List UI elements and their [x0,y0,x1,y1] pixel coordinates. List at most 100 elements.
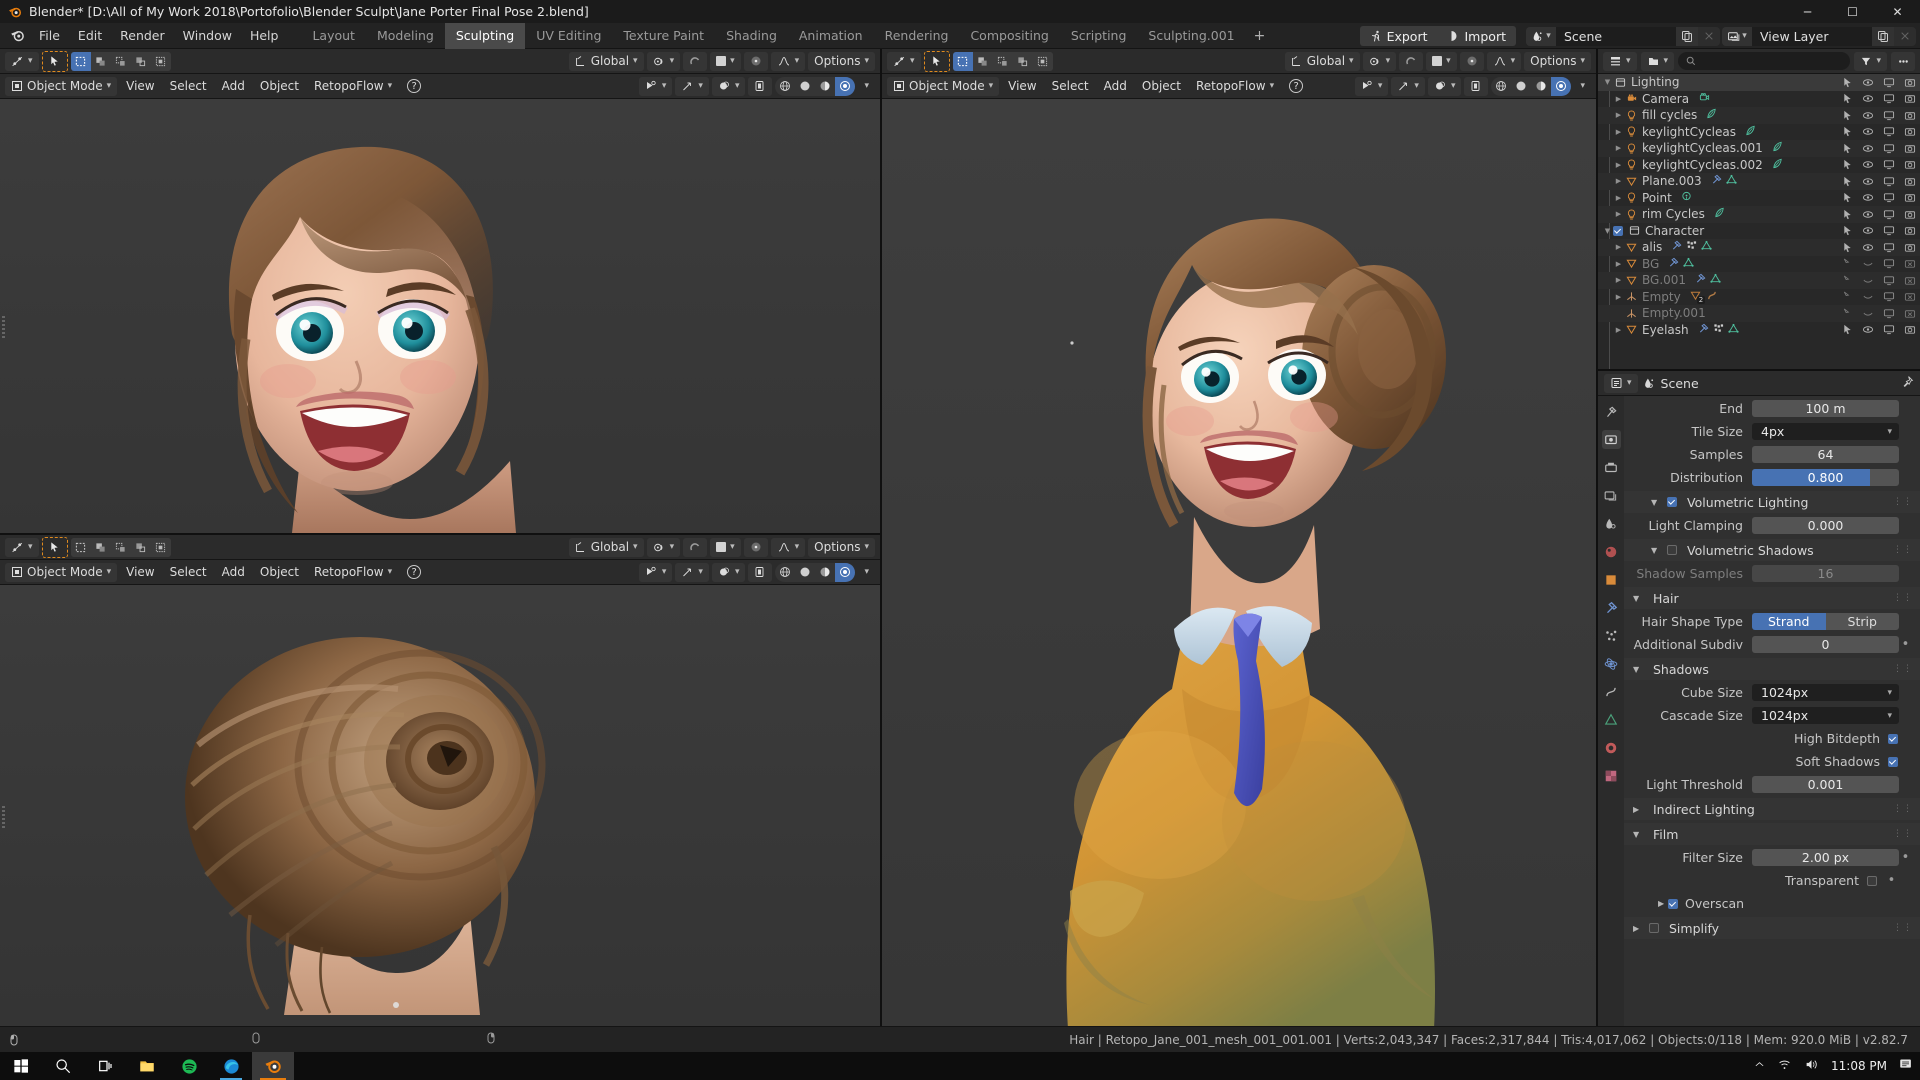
disclosure-triangle-icon[interactable]: ▼ [1602,78,1613,86]
shading-solid-icon-3[interactable] [1511,77,1531,96]
section-checkbox[interactable] [1667,497,1677,507]
property-section-header[interactable]: ▼ Volumetric Lighting ⋮⋮ [1624,491,1920,513]
menu-edit[interactable]: Edit [69,25,111,46]
disclosure-triangle-icon[interactable]: ▶ [1613,326,1624,334]
viewport3-options-button[interactable]: Options ▾ [1524,51,1591,71]
viewport3-menu-view[interactable]: View [1002,77,1042,96]
viewport3-shading-modes[interactable] [1491,76,1572,96]
property-dropdown[interactable]: 1024px ▾ [1752,684,1899,701]
tab-data-properties[interactable] [1602,710,1621,729]
outliner-restriction-icons[interactable] [1842,209,1916,220]
outliner-restriction-icons[interactable] [1842,242,1916,253]
shading-material-icon-2[interactable] [815,563,835,582]
property-number-field[interactable]: 0.001 [1752,776,1899,793]
import-button[interactable]: Import [1437,26,1516,46]
tab-particles-properties[interactable] [1602,626,1621,645]
property-section-header[interactable]: ▼ Shadows ⋮⋮ [1624,658,1920,680]
outliner-restriction-icons[interactable] [1842,93,1916,104]
tab-animation[interactable]: Animation [788,23,874,49]
export-button[interactable]: Export [1359,26,1438,46]
camera-data-icon[interactable] [1698,92,1711,106]
viewport1-options-button[interactable]: Options ▾ [808,51,875,71]
mesh-data-icon[interactable] [1701,240,1712,254]
outliner-row[interactable]: ▼ Character [1598,223,1920,240]
viewport3-visibility-icon[interactable]: ▾ [1354,76,1389,96]
volume-icon[interactable] [1804,1058,1819,1074]
search-icon[interactable] [42,1052,84,1080]
tab-material-properties[interactable] [1602,738,1621,757]
select-intersect-icon[interactable] [130,51,151,71]
outliner-row[interactable]: ▶ BG.001 [1598,272,1920,289]
disclosure-triangle-icon[interactable]: ▶ [1613,243,1624,251]
tab-scene-properties[interactable] [1602,514,1621,533]
viewport2-transform-orientation[interactable]: Global ▾ [568,537,644,557]
outliner-restriction-icons[interactable] [1842,192,1916,203]
outliner-restriction-icons[interactable] [1842,110,1916,121]
viewport1-select-mode-group[interactable] [70,51,171,71]
select-difference-icon-2[interactable] [150,537,171,557]
disclosure-triangle-icon[interactable]: ▶ [1613,144,1624,152]
minimize-button[interactable]: ─ [1785,0,1830,23]
outliner-restriction-icons[interactable] [1842,291,1916,302]
clock[interactable]: 11:08 PM [1831,1059,1887,1073]
outliner-row[interactable]: ▶ keylightCycleas.001 [1598,140,1920,157]
chevron-up-icon[interactable] [1754,1059,1765,1073]
disclosure-triangle-icon[interactable]: ▶ [1613,210,1624,218]
property-slider[interactable]: 0.800 [1752,469,1899,486]
viewport1-menu-retopoflow[interactable]: RetopoFlow ▾ [308,77,398,96]
outliner-row[interactable]: ▶ keylightCycleas.002 [1598,157,1920,174]
property-section-header[interactable]: ▼ Film ⋮⋮ [1624,823,1920,845]
viewport1-visibility-icon[interactable]: ▾ [638,76,673,96]
property-checkbox[interactable] [1888,756,1898,767]
viewport2-pivot-point[interactable]: ▾ [646,537,681,557]
property-checkbox[interactable] [1867,875,1877,886]
start-icon[interactable] [0,1052,42,1080]
viewport3-pivot-point[interactable]: ▾ [1362,51,1397,71]
properties-editor-type-button[interactable]: ▾ [1604,373,1638,393]
viewport1-gizmo-icon[interactable]: ▾ [675,76,709,96]
outliner-row[interactable]: ▶ Plane.003 [1598,173,1920,190]
viewport1-editor-type-button[interactable]: ▾ [5,51,39,71]
modifier-icon[interactable] [1668,257,1679,271]
tab-texture-properties[interactable] [1602,766,1621,785]
tab-modeling[interactable]: Modeling [366,23,445,49]
outliner-row[interactable]: ▼ Lighting [1598,74,1920,91]
drag-dots-icon[interactable]: ⋮⋮ [1893,497,1913,507]
viewport2-xray-icon[interactable] [748,562,773,582]
disclosure-triangle-icon[interactable]: ▶ [1613,161,1624,169]
select-box-icon-2[interactable] [70,537,91,557]
disclosure-triangle-icon[interactable]: ▶ [1613,194,1624,202]
property-section-header[interactable]: ▼ Hair ⋮⋮ [1624,587,1920,609]
viewport2-gizmo-icon[interactable]: ▾ [675,562,709,582]
modifier-icon[interactable] [1698,323,1709,337]
outliner-tree[interactable]: ▼ Lighting ▶ Camera ▶ fill cycles ▶ keylightCyc… [1598,74,1920,369]
menu-file[interactable]: File [30,25,69,46]
viewport2-editor-type-button[interactable]: ▾ [5,537,39,557]
outliner-restriction-icons[interactable] [1842,126,1916,137]
section-checkbox[interactable] [1667,545,1677,555]
toggle-option[interactable]: Strip [1825,613,1899,630]
viewport2-shading-modes[interactable] [775,562,856,582]
viewport2-menu-add[interactable]: Add [216,563,251,582]
outliner-row[interactable]: ▶ Eyelash [1598,322,1920,339]
viewport2-snap-magnet-icon[interactable] [683,537,708,557]
animate-dot-icon[interactable]: • [1899,850,1912,865]
shading-solid-icon-2[interactable] [795,563,815,582]
properties-pin-icon[interactable] [1901,375,1914,392]
viewport2-mode-selector[interactable]: Object Mode ▾ [5,562,118,582]
shading-material-icon[interactable] [815,77,835,96]
viewport3-overlays-icon[interactable]: ▾ [1427,76,1462,96]
disclosure-triangle-icon[interactable]: ▶ [1613,177,1624,185]
mesh-data-icon[interactable] [1726,174,1737,188]
disclosure-triangle-icon[interactable]: ▶ [1613,293,1624,301]
viewport3-active-tool[interactable] [923,50,950,72]
outliner-row[interactable]: Empty.001 [1598,305,1920,322]
disclosure-triangle-icon[interactable]: ▶ [1613,128,1624,136]
outliner-restriction-icons[interactable] [1842,308,1916,319]
tab-constraint-properties[interactable] [1602,682,1621,701]
tab-output-properties[interactable] [1602,458,1621,477]
tab-render-properties[interactable] [1601,430,1621,449]
select-difference-icon-3[interactable] [1032,51,1053,71]
add-workspace-button[interactable]: + [1246,23,1274,49]
property-number-field[interactable]: 0 [1752,636,1899,653]
